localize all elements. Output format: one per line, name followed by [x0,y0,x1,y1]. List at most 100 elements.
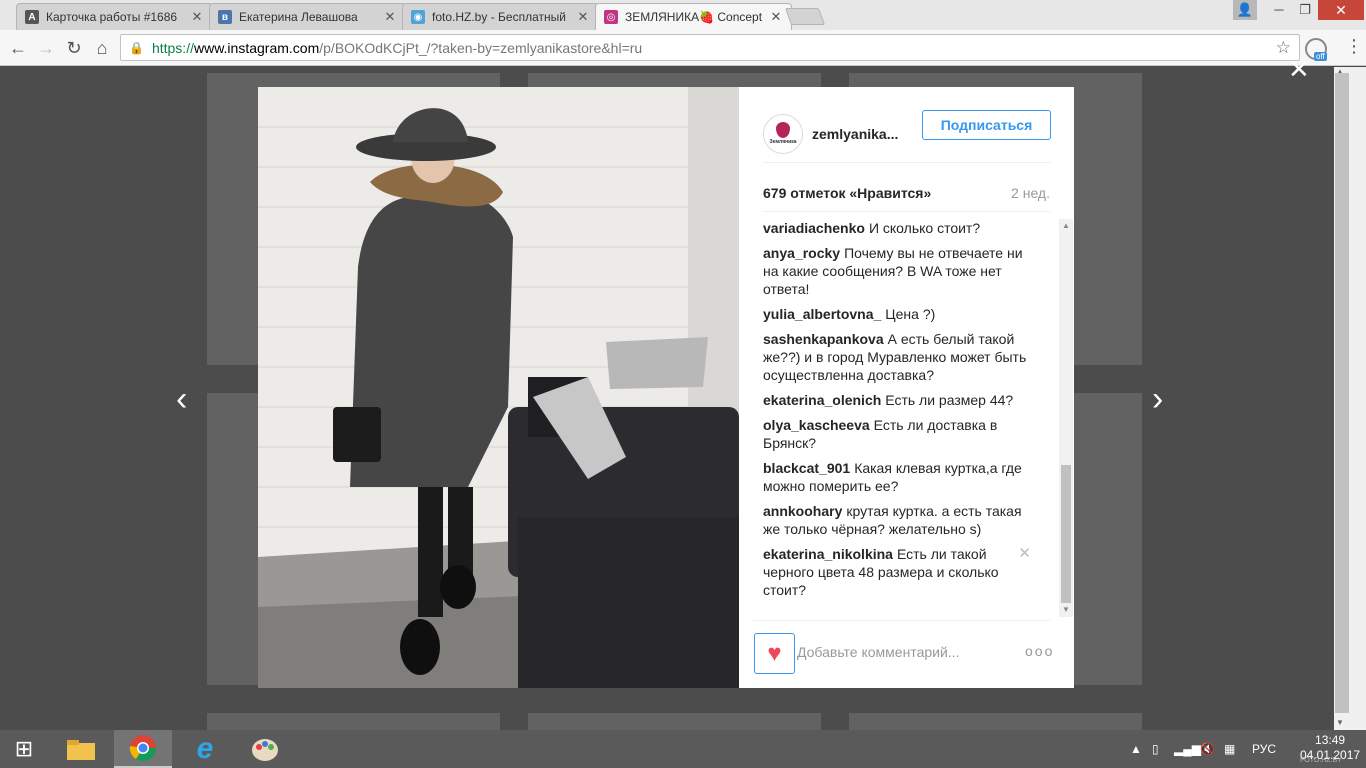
comment-username[interactable]: sashenkapankova [763,331,884,347]
a-icon: A [25,10,39,24]
comment-item: ekaterina_nikolkina Есть ли такой черного… [763,545,1041,599]
background-thumbnail [528,713,821,730]
more-options-icon[interactable]: ooo [1025,643,1054,659]
comment-username[interactable]: ekaterina_nikolkina [763,546,893,562]
reload-icon[interactable]: ↻ [62,36,86,60]
background-thumbnail [207,713,500,730]
scroll-up-icon[interactable]: ▲ [1062,221,1070,230]
network-icon[interactable]: ▂▄▆ [1174,742,1201,756]
close-tab-icon[interactable]: ✕ [383,9,397,25]
comment-item: annkoohary крутая куртка. а есть такая же… [763,502,1041,538]
chrome-menu-icon[interactable]: ⋮ [1345,36,1363,57]
camera-icon: ◉ [411,10,425,24]
url-path: /p/BOKOdKCjPt_/?taken-by=zemlyanikastore… [319,39,643,56]
windows-start-icon[interactable]: ⊞ [0,730,48,768]
url-scheme: https:// [151,39,194,56]
strawberry-logo-icon [776,122,790,138]
tab-work-card[interactable]: A Карточка работы #1686 ✕ [16,3,213,30]
comment-item: blackcat_901 Какая клевая куртка,а где мо… [763,459,1041,495]
comments-list[interactable]: variadiachenko И сколько стоит? anya_rocky… [763,219,1041,609]
chrome-icon[interactable] [114,730,172,768]
tab-vk[interactable]: в Екатерина Левашова ✕ [209,3,406,30]
comment-item: variadiachenko И сколько стоит? [763,219,1041,237]
comment-username[interactable]: annkoohary [763,503,842,519]
close-tab-icon[interactable]: ✕ [576,9,590,25]
comments-scrollbar[interactable]: ▲ ▼ [1059,219,1073,617]
new-tab-button[interactable] [784,8,826,25]
comment-username[interactable]: variadiachenko [763,220,865,236]
divider [753,620,1051,621]
extension-badge: off [1314,52,1327,61]
background-thumbnail [849,713,1142,730]
tab-title: foto.HZ.by - Бесплатный [432,10,566,24]
comment-username[interactable]: blackcat_901 [763,460,850,476]
divider [763,211,1051,212]
forward-arrow-icon[interactable]: → [34,36,58,60]
avatar[interactable]: Земляника [763,113,803,154]
post-sidebar: Земляника zemlyanika... Подписаться 679 … [739,87,1074,688]
tab-instagram[interactable]: ◎ ЗЕМЛЯНИКА🍓 Concept ✕ [595,3,792,30]
like-heart-icon[interactable]: ♥ [754,633,795,674]
minimize-button[interactable]: ─ [1266,0,1292,20]
scroll-thumb[interactable] [1061,465,1071,603]
show-hidden-icons-icon[interactable]: ▲ [1130,742,1142,756]
windows-taskbar: ⊞ e ▲ ▯ ▂▄▆ 🔇 ▦ РУС 13:49 04.01.2017 [0,730,1366,768]
comment-text: Есть ли размер 44? [885,392,1014,408]
close-tab-icon[interactable]: ✕ [190,9,204,25]
comment-item: olya_kascheeva Есть ли доставка в Брянск? [763,416,1041,452]
restore-button[interactable]: ❐ [1292,0,1318,20]
user-icon[interactable]: 👤 [1233,0,1257,20]
comment-text: И сколько стоит? [868,220,981,236]
delete-comment-icon[interactable]: ✕ [1018,545,1031,563]
post-age[interactable]: 2 нед. [1011,185,1050,201]
scroll-down-icon[interactable]: ▼ [1062,605,1070,614]
lock-icon: 🔒 [129,40,144,55]
scroll-thumb[interactable] [1335,73,1349,713]
comment-item: ekaterina_olenich Есть ли размер 44? [763,391,1041,409]
vk-icon: в [218,10,232,24]
post-photo-illustration [258,87,739,688]
comment-item: anya_rocky Почему вы не отвечаете ни на к… [763,244,1041,298]
file-explorer-icon[interactable] [52,730,110,768]
battery-icon[interactable]: ▯ [1152,742,1159,756]
tab-title: ЗЕМЛЯНИКА🍓 Concept [625,10,763,24]
browser-toolbar: ← → ↻ ⌂ 🔒 https:// www.instagram.com /p/… [0,30,1366,66]
language-indicator[interactable]: РУС [1252,742,1276,756]
url-host: www.instagram.com [193,39,320,56]
tab-strip: A Карточка работы #1686 ✕ в Екатерина Ле… [0,0,1366,30]
add-comment-input[interactable]: Добавьте комментарий... [797,644,959,660]
post-header: Земляника zemlyanika... Подписаться [763,105,1051,163]
internet-explorer-icon[interactable]: e [176,730,234,768]
tab-foto-hz[interactable]: ◉ foto.HZ.by - Бесплатный ✕ [402,3,599,30]
previous-post-arrow-icon[interactable]: ‹ [176,380,187,419]
follow-button[interactable]: Подписаться [922,110,1051,140]
action-center-icon[interactable]: ▦ [1224,742,1235,756]
instagram-icon: ◎ [604,10,618,24]
address-bar[interactable]: 🔒 https:// www.instagram.com /p/BOKOdKCj… [120,34,1300,61]
comment-username[interactable]: anya_rocky [763,245,840,261]
paint-icon[interactable] [236,730,294,768]
watermark: FOTO.HZ.BY [1300,757,1342,764]
close-window-button[interactable]: ✕ [1318,0,1364,20]
comment-text: Цена ?) [885,306,936,322]
scroll-down-icon[interactable]: ▼ [1336,718,1344,727]
comment-username[interactable]: yulia_albertovna_ [763,306,881,322]
comment-item: sashenkapankova А есть белый такой же??) … [763,330,1041,384]
comment-username[interactable]: olya_kascheeva [763,417,870,433]
username-link[interactable]: zemlyanika... [812,126,912,142]
next-post-arrow-icon[interactable]: › [1152,380,1163,419]
back-arrow-icon[interactable]: ← [6,36,30,60]
clock-time: 13:49 [1315,733,1346,747]
volume-icon[interactable]: 🔇 [1200,742,1215,756]
tab-title: Карточка работы #1686 [46,10,178,24]
home-icon[interactable]: ⌂ [90,36,114,60]
avatar-text: Земляника [769,139,797,145]
comment-item: yulia_albertovna_ Цена ?) [763,305,1041,323]
tab-title: Екатерина Левашова [239,10,358,24]
post-photo [258,87,739,688]
close-modal-icon[interactable]: ✕ [1288,54,1310,85]
likes-count[interactable]: 679 отметок «Нравится» [763,185,1051,201]
close-tab-icon[interactable]: ✕ [769,9,783,25]
comment-username[interactable]: ekaterina_olenich [763,392,881,408]
page-scrollbar[interactable]: ▲ ▼ [1334,67,1366,730]
